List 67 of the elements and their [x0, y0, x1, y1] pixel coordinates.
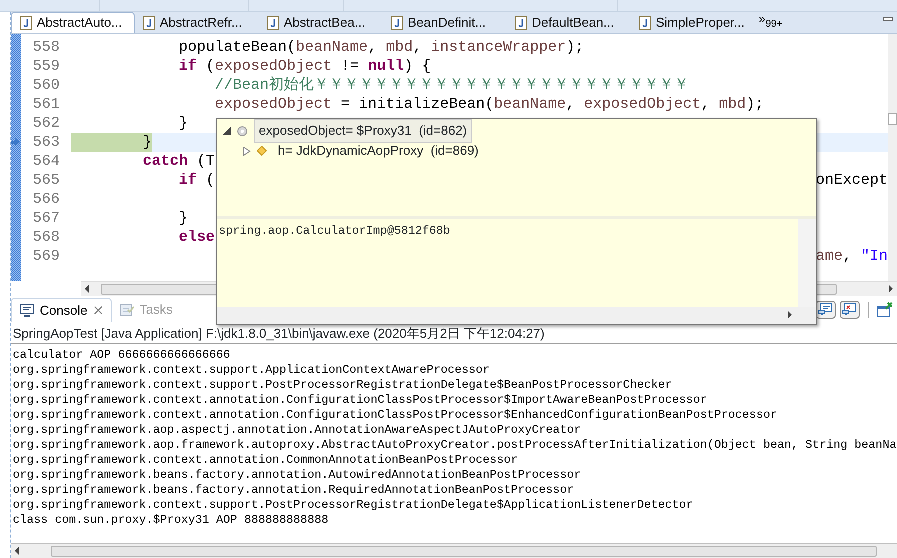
console-line: calculator AOP 6666666666666666 — [13, 348, 232, 363]
editor-tab[interactable]: AbstractBea... — [259, 12, 383, 33]
console-line: org.springframework.context.support.PostProcessorRegistrationDelegate$BeanPostProcessorChecker — [13, 378, 674, 393]
console-line: org.springframework.beans.factory.annotation.AutowiredAnnotationBeanPostProcessor — [13, 468, 582, 483]
java-file-icon — [20, 16, 32, 30]
code-text: onExcept — [816, 171, 888, 190]
console-line: org.springframework.aop.framework.autoproxy.AbstractAutoProxyCreator.postProcessAfterInitialization(Object bean, String beanNa — [13, 438, 895, 453]
console-line: org.springframework.context.annotation.ConfigurationClassPostProcessor$EnhancedConfigurationBeanPostProcessor — [13, 408, 778, 423]
view-tab[interactable]: Console — [11, 298, 112, 322]
line-number: 560 — [32, 76, 61, 95]
editor-tab[interactable]: AbstractRefr... — [135, 12, 259, 33]
line-number: 561 — [32, 95, 61, 114]
line-number: 558 — [32, 38, 61, 57]
java-file-icon — [143, 16, 155, 30]
line-number: 562 — [32, 114, 61, 133]
console-line: class com.sun.proxy.$Proxy31 AOP 888888888888 — [13, 513, 330, 528]
java-file-icon — [267, 16, 279, 30]
minimize-icon[interactable] — [883, 17, 893, 21]
code-text: exposedObject = initializeBean(beanName, exposedObject, mbd); — [214, 95, 764, 114]
line-number: 559 — [32, 57, 61, 76]
java-file-icon — [391, 16, 403, 30]
console-line: org.springframework.context.support.PostProcessorRegistrationDelegate$ApplicationListenerDetector — [13, 498, 694, 513]
java-file-icon — [639, 16, 651, 30]
monitor-remove-icon[interactable] — [840, 301, 860, 319]
editor-tab[interactable]: DefaultBean... — [507, 12, 631, 33]
code-text: populateBean(beanName, mbd, instanceWrapper); — [178, 38, 584, 57]
vertical-scrollbar[interactable] — [798, 219, 816, 307]
code-text: ame, "In — [816, 247, 888, 266]
code-text: } — [178, 114, 188, 133]
circle-icon — [237, 126, 248, 136]
editor-tab[interactable]: AbstractAuto... — [11, 12, 135, 33]
console-line: org.springframework.context.annotation.CommonAnnotationBeanPostProcessor — [13, 453, 519, 468]
code-text: } — [178, 209, 188, 228]
code-text: else — [178, 228, 216, 247]
close-icon[interactable] — [94, 306, 103, 315]
console-line: org.springframework.context.annotation.ConfigurationClassPostProcessor$ImportAwareBeanPostProcessor — [13, 393, 708, 408]
line-number: 568 — [32, 228, 61, 247]
console-line: org.springframework.aop.aspectj.annotation.AnnotationAwareAspectJAutoProxyCreator — [13, 423, 582, 438]
variable-tree-item[interactable]: exposedObject= $Proxy31 (id=862) — [254, 119, 472, 143]
code-text: catch (T — [142, 152, 216, 171]
line-number: 569 — [32, 247, 61, 266]
detail-text: spring.aop.CalculatorImp@5812f68b — [218, 223, 452, 240]
code-text: } — [71, 133, 152, 152]
code-text: //Bean初始化￥￥￥￥￥￥￥￥￥￥￥￥￥￥￥￥￥￥￥￥￥￥￥￥￥ — [214, 76, 690, 95]
instruction-pointer-icon — [11, 138, 20, 147]
line-number: 567 — [32, 209, 61, 228]
horizontal-scrollbar[interactable] — [217, 307, 816, 324]
editor-tab[interactable]: SimpleProper... — [631, 12, 755, 33]
code-text: if (exposedObject != null) { — [178, 57, 432, 76]
monitor-icon[interactable] — [816, 301, 836, 319]
console-line: org.springframework.beans.factory.annotation.RequiredAnnotationBeanPostProcessor — [13, 483, 576, 498]
collapse-icon[interactable] — [223, 127, 231, 135]
expand-icon[interactable] — [243, 146, 251, 156]
java-file-icon — [515, 16, 527, 30]
line-number: 566 — [32, 190, 61, 209]
line-number: 565 — [32, 171, 61, 190]
console-line: org.springframework.context.support.ApplicationContextAwareProcessor — [13, 363, 491, 378]
console-icon — [20, 304, 34, 317]
horizontal-scrollbar[interactable] — [11, 543, 897, 558]
line-number: 563 — [32, 133, 61, 152]
vertical-scrollbar[interactable] — [888, 34, 897, 281]
code-text: if ( — [178, 171, 216, 190]
diamond-icon — [257, 146, 267, 156]
line-number: 564 — [32, 152, 61, 171]
pin-icon[interactable] — [877, 302, 893, 318]
editor-tab[interactable]: BeanDefinit... — [383, 12, 507, 33]
clipboard-icon — [120, 303, 134, 317]
